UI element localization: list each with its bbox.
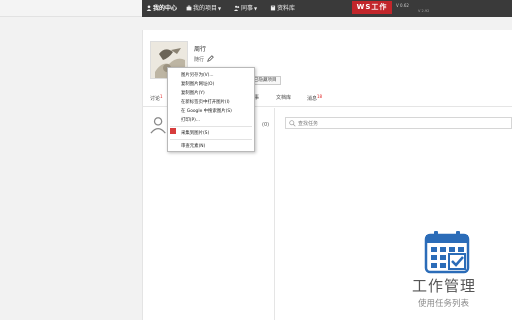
- promo-subtitle: 使用任务列表: [418, 299, 470, 309]
- brand-logo[interactable]: WS工作: [352, 1, 392, 14]
- menu-item-print[interactable]: 打印(P)...: [181, 117, 200, 123]
- promo-title: 工作管理: [412, 277, 477, 295]
- users-icon: [234, 5, 240, 11]
- calendar-check-icon: [424, 231, 470, 274]
- nav-colleagues[interactable]: 同事▼: [234, 4, 257, 13]
- nav-library-label: 资料库: [277, 5, 296, 12]
- tab-discussion-badge: 1: [160, 94, 163, 99]
- menu-item-save-image[interactable]: 图片另存为(V)...: [181, 72, 214, 78]
- nav-library[interactable]: 资料库: [270, 4, 295, 13]
- menu-separator: [170, 139, 252, 140]
- menu-item-collect-image[interactable]: 采集到图片(S): [181, 130, 209, 136]
- context-menu: 图片另存为(V)... 复制图片网址(O) 复制图片(Y) 在新标签页中打开图片…: [167, 67, 255, 152]
- tab-messages-label: 消息: [307, 96, 318, 102]
- search-icon: [289, 120, 296, 127]
- version-label: V 0.62: [396, 3, 409, 8]
- tab-discussion[interactable]: 讨论1: [150, 94, 163, 102]
- pencil-icon[interactable]: [207, 55, 214, 62]
- nav-colleagues-label: 同事: [241, 5, 254, 12]
- menu-item-copy-image[interactable]: 复制图片(Y): [181, 90, 205, 96]
- nav-my-center-label: 我的中心: [153, 5, 178, 12]
- menu-item-copy-image-url[interactable]: 复制图片网址(O): [181, 81, 214, 87]
- collect-extension-icon: [170, 128, 176, 134]
- search-input[interactable]: [298, 120, 498, 127]
- task-search[interactable]: [285, 117, 512, 129]
- column-divider: [274, 108, 275, 320]
- user-signature: 随行: [194, 57, 205, 63]
- menu-item-open-image-new-tab[interactable]: 在新标签页中打开图片(I): [181, 99, 230, 105]
- chevron-down-icon: ▼: [254, 6, 258, 11]
- tab-messages-badge: 18: [317, 94, 323, 99]
- tab-discussion-label: 讨论: [150, 96, 161, 102]
- menu-item-google-search-image[interactable]: 在 Google 中搜索图片(S): [181, 108, 232, 114]
- user-name: 周行: [194, 46, 207, 53]
- nav-my-center[interactable]: 我的中心: [146, 4, 177, 13]
- menu-separator: [170, 126, 252, 127]
- nav-my-projects-label: 我的项目: [193, 5, 218, 12]
- version-label-secondary: V 2.92: [418, 9, 430, 13]
- tab-doc-library-label: 文档库: [276, 95, 292, 101]
- tab-doc-library[interactable]: 文档库: [276, 94, 291, 101]
- user-icon: [146, 5, 152, 11]
- main-nav: 我的中心 我的项目▼ 同事▼ 资料库: [142, 0, 512, 17]
- colleague-count: (0): [262, 122, 270, 128]
- book-icon: [270, 5, 276, 11]
- menu-item-inspect-element[interactable]: 审查元素(N): [181, 143, 205, 149]
- chevron-down-icon: ▼: [218, 6, 222, 11]
- person-add-icon[interactable]: [150, 116, 168, 134]
- briefcase-icon: [186, 5, 192, 11]
- nav-my-projects[interactable]: 我的项目▼: [186, 4, 221, 13]
- tab-messages[interactable]: 消息18: [307, 94, 322, 102]
